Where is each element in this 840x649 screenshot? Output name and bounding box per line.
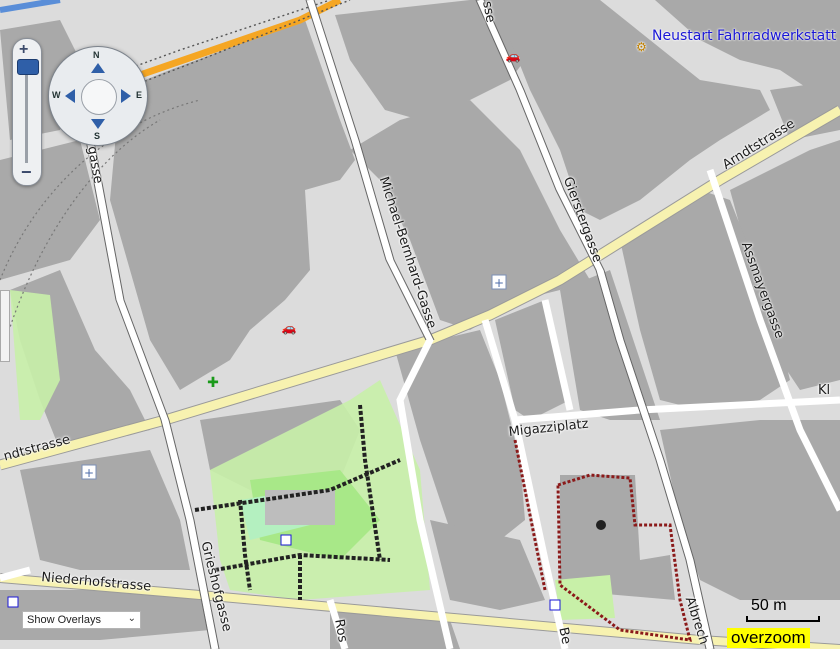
- svg-text:🚗: 🚗: [282, 321, 297, 335]
- zoom-track[interactable]: [25, 63, 28, 163]
- svg-text:✚: ✚: [207, 375, 219, 391]
- street-label: Kl: [818, 383, 831, 398]
- svg-text:🚗: 🚗: [506, 49, 521, 63]
- svg-text:+: +: [494, 276, 504, 290]
- overlay-select-value: Show Overlays: [27, 614, 101, 626]
- zoom-slider[interactable]: + −: [12, 38, 42, 186]
- overlay-select[interactable]: Show Overlays ⌄: [22, 611, 141, 629]
- pan-north-arrow-icon[interactable]: [91, 63, 105, 73]
- side-panel-tab[interactable]: [0, 290, 10, 362]
- zoom-out-button[interactable]: −: [21, 162, 32, 183]
- zoom-in-button[interactable]: +: [19, 41, 28, 59]
- bicycle-shop-icon[interactable]: ⚙: [636, 40, 647, 54]
- street-label: Be: [555, 626, 574, 646]
- pan-center[interactable]: [81, 79, 117, 115]
- overzoom-badge: overzoom: [727, 628, 810, 648]
- pan-east-label: E: [136, 90, 143, 100]
- scale-label: 50 m: [751, 597, 787, 614]
- pan-control[interactable]: N S W E: [48, 46, 148, 146]
- pan-east-arrow-icon[interactable]: [121, 89, 131, 103]
- poi-label[interactable]: Neustart Fahrradwerkstatt: [652, 28, 836, 44]
- map-canvas[interactable]: + + ✚ 🚗 🚗 Arndtstrasse ndtstrasse Michae…: [0, 0, 840, 649]
- pan-west-label: W: [52, 90, 61, 100]
- scale-bar: [746, 616, 820, 622]
- pan-west-arrow-icon[interactable]: [65, 89, 75, 103]
- chevron-down-icon: ⌄: [127, 613, 136, 624]
- pan-south-label: S: [94, 131, 101, 141]
- pan-north-label: N: [93, 50, 100, 60]
- zoom-handle[interactable]: [17, 59, 39, 75]
- svg-text:+: +: [84, 466, 94, 480]
- pan-south-arrow-icon[interactable]: [91, 119, 105, 129]
